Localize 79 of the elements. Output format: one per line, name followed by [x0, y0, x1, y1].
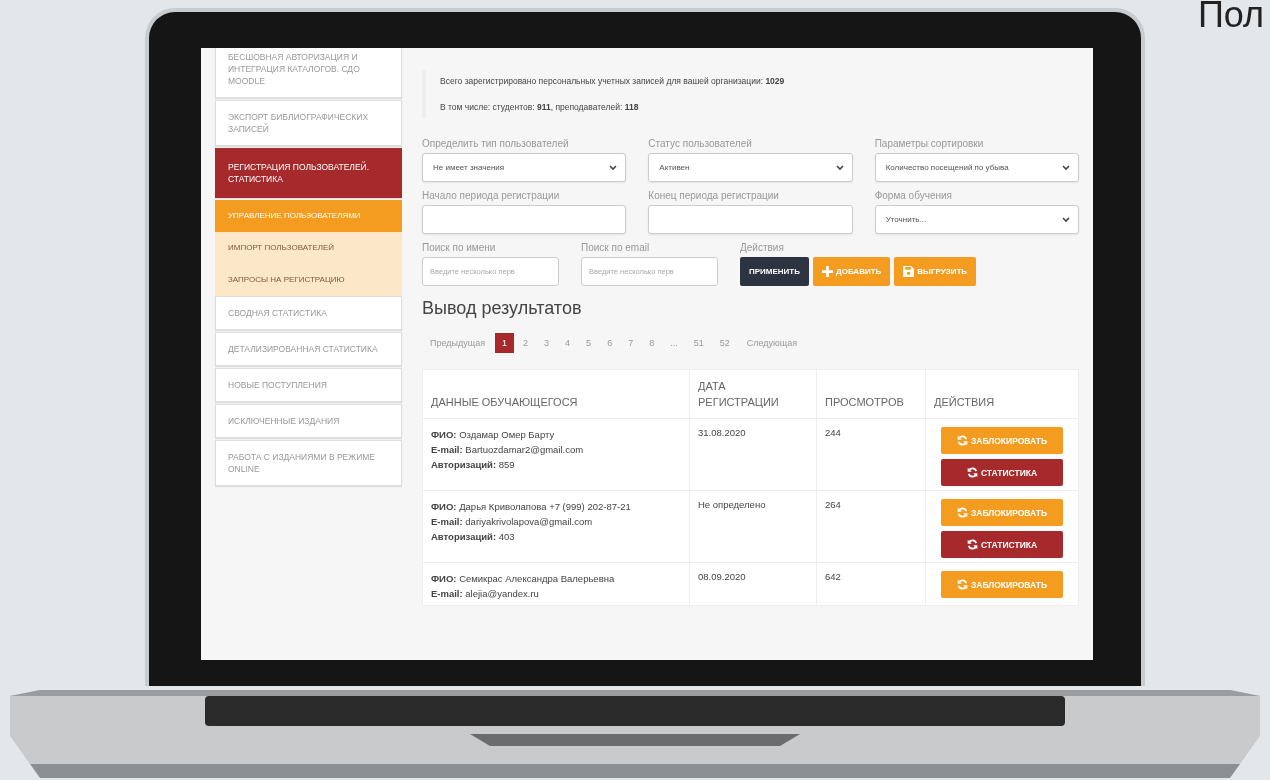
date-input-field[interactable] — [422, 205, 627, 234]
block-button[interactable]: ЗАБЛОКИРОВАТЬ — [941, 571, 1063, 598]
export-button[interactable]: ВЫГРУЗИТЬ — [894, 257, 977, 286]
corner-text: Пол — [1197, 0, 1264, 36]
sidebar-subitem[interactable]: УПРАВЛЕНИЕ ПОЛЬЗОВАТЕЛЯМИ — [215, 200, 402, 232]
chevron-down-icon — [609, 164, 618, 171]
summary-text: Всего зарегистрировано персональных учетных записей для вашей организации: 1029 — [440, 76, 786, 86]
date-input-field[interactable] — [648, 205, 853, 234]
student-info-text: E-mail: dariyakrivolapova@gmail.com — [431, 515, 594, 529]
statistics-button[interactable]: СТАТИСТИКА — [941, 459, 1063, 486]
sidebar-subitem[interactable]: ИМПОРТ ПОЛЬЗОВАТЕЛЕЙ — [215, 232, 402, 264]
select-field[interactable]: Количество посещений по убыва — [874, 153, 1079, 182]
block-button[interactable]: ЗАБЛОКИРОВАТЬ — [941, 499, 1063, 526]
select-field[interactable]: Активен — [648, 153, 853, 182]
apply-button[interactable]: ПРИМЕНИТЬ — [740, 257, 809, 286]
page-link[interactable]: 51 — [686, 333, 711, 353]
student-info-text: ФИО: Дарья Криволапова +7 (999) 202-87-21 — [431, 500, 632, 514]
page-link[interactable]: 5 — [579, 333, 599, 353]
refresh-icon — [966, 539, 978, 550]
page-link[interactable]: ... — [663, 333, 685, 353]
field-label: Поиск по имени — [422, 242, 497, 253]
page-link[interactable]: 52 — [712, 333, 737, 353]
select-field[interactable]: Не имеет значения — [422, 153, 627, 182]
column-header: ДАННЫЕ ОБУЧАЮЩЕГОСЯ — [422, 369, 690, 419]
chevron-down-icon — [1062, 164, 1070, 171]
column-header: ПРОСМОТРОВ — [816, 369, 926, 419]
page-link[interactable]: 1 — [495, 333, 515, 353]
field-label: Начало периода регистрации — [422, 190, 561, 201]
registration-date-cell: 08.09.2020 — [689, 562, 817, 606]
add-button[interactable]: ДОБАВИТЬ — [813, 257, 891, 286]
student-info-text: E-mail: alejia@yandex.ru — [431, 587, 540, 601]
chevron-down-icon — [835, 164, 844, 171]
refresh-icon — [966, 467, 978, 478]
refresh-icon — [956, 507, 968, 518]
sidebar-item[interactable]: БЕСШОВНАЯ АВТОРИЗАЦИЯ И ИНТЕГРАЦИЯ КАТАЛОГОВ. СДО MOODLE — [215, 48, 402, 98]
page-link[interactable]: 7 — [621, 333, 641, 353]
page-link[interactable]: 8 — [642, 333, 662, 353]
column-header: ДЕЙСТВИЯ — [925, 369, 1079, 419]
page-link[interactable]: 2 — [516, 333, 536, 353]
page-link[interactable]: 3 — [537, 333, 557, 353]
select-field[interactable]: Уточнить... — [874, 205, 1079, 234]
chevron-down-icon — [1062, 216, 1070, 223]
views-cell: 244 — [816, 418, 926, 491]
sidebar-item[interactable]: ЭКСПОРТ БИБЛИОГРАФИЧЕСКИХ ЗАПИСЕЙ — [215, 100, 402, 146]
field-label: Определить тип пользователей — [422, 138, 570, 149]
field-label: Параметры сортировки — [874, 138, 985, 149]
page-link[interactable]: 6 — [600, 333, 620, 353]
page-link[interactable]: 4 — [558, 333, 578, 353]
student-info-text: ФИО: Оздамар Омер Барту — [431, 428, 556, 442]
summary-text: В том числе: студентов: 911, преподавателей: 118 — [440, 102, 640, 112]
column-header: ДАТА РЕГИСТРАЦИИ — [689, 369, 817, 419]
refresh-icon — [956, 579, 968, 590]
refresh-icon — [956, 435, 968, 446]
sidebar-subitem[interactable]: ЗАПРОСЫ НА РЕГИСТРАЦИЮ — [215, 264, 402, 296]
sidebar-item[interactable]: ДЕТАЛИЗИРОВАННАЯ СТАТИСТИКА — [215, 332, 402, 366]
field-label: Статус пользователей — [648, 138, 753, 149]
field-label: Действия — [740, 242, 785, 253]
sidebar-item[interactable]: РАБОТА С ИЗДАНИЯМИ В РЕЖИМЕ ONLINE — [215, 440, 402, 486]
registration-date-cell: 31.08.2020 — [689, 418, 817, 491]
student-info-text: Авторизаций: 403 — [431, 530, 516, 544]
registration-date-cell: Не определено — [689, 490, 817, 563]
field-label: Форма обучения — [874, 190, 953, 201]
views-cell: 264 — [816, 490, 926, 563]
student-info-text: ФИО: Семикрас Александра Валерьевна — [431, 572, 616, 586]
field-label: Конец периода регистрации — [648, 190, 780, 201]
previous-page-link[interactable]: Предыдущая — [422, 333, 494, 353]
block-button[interactable]: ЗАБЛОКИРОВАТЬ — [941, 427, 1063, 454]
views-cell: 642 — [816, 562, 926, 606]
results-heading: Вывод результатов — [422, 298, 583, 319]
sidebar-item[interactable]: РЕГИСТРАЦИЯ ПОЛЬЗОВАТЕЛЕЙ. СТАТИСТИКА — [215, 148, 402, 198]
student-info-text: Авторизаций: 859 — [431, 458, 516, 472]
statistics-button[interactable]: СТАТИСТИКА — [941, 531, 1063, 558]
field-label: Поиск по email — [581, 242, 651, 253]
plus-icon — [822, 266, 833, 277]
student-info-text: E-mail: Bartuozdamar2@gmail.com — [431, 443, 585, 457]
sidebar-item[interactable]: ИСКЛЮЧЕННЫЕ ИЗДАНИЯ — [215, 404, 402, 438]
sidebar-item[interactable]: СВОДНАЯ СТАТИСТИКА — [215, 296, 402, 330]
sidebar-item[interactable]: НОВЫЕ ПОСТУПЛЕНИЯ — [215, 368, 402, 402]
next-page-link[interactable]: Следующая — [738, 333, 806, 353]
